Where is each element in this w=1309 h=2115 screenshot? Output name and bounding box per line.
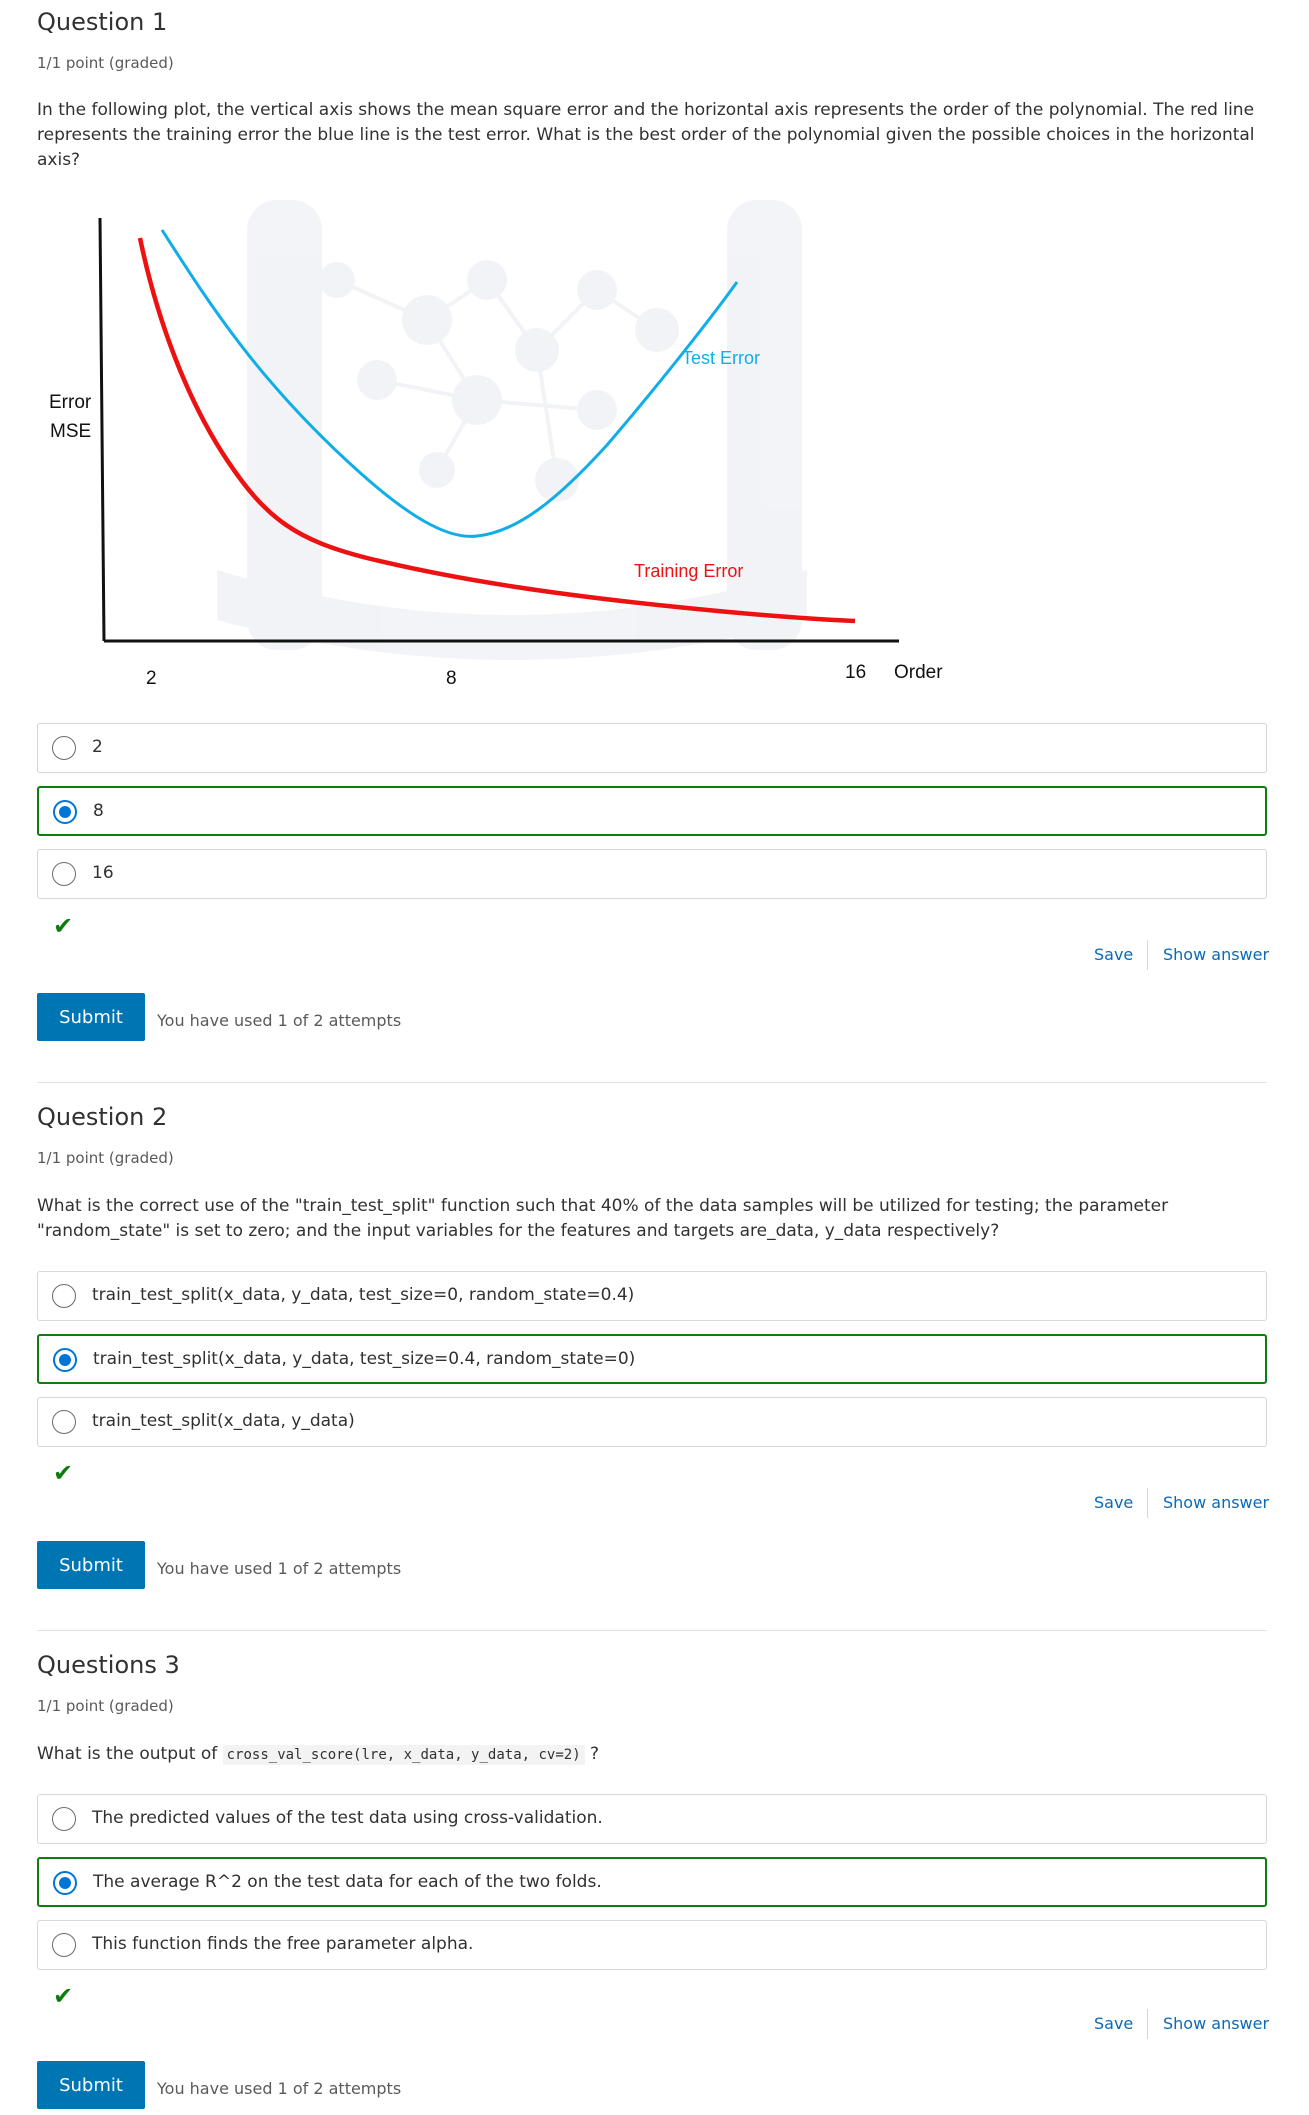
show-answer-link[interactable]: Show answer	[1163, 945, 1269, 964]
radio-button[interactable]	[52, 1284, 76, 1308]
q2-option-2[interactable]: train_test_split(x_data, y_data, test_si…	[37, 1334, 1267, 1384]
radio-button[interactable]	[53, 1871, 77, 1895]
radio-button[interactable]	[52, 736, 76, 760]
option-label: This function finds the free parameter a…	[92, 1934, 474, 1954]
checkmark-icon: ✔	[53, 912, 74, 940]
question-2-points: 1/1 point (graded)	[37, 1149, 174, 1167]
prompt-text: What is the output of	[37, 1744, 218, 1764]
x-tick-label: 16	[845, 662, 866, 683]
save-link[interactable]: Save	[1094, 2014, 1133, 2033]
question-1-title: Question 1	[37, 8, 168, 36]
submit-button[interactable]: Submit	[37, 2061, 145, 2109]
checkmark-icon: ✔	[53, 1459, 74, 1487]
watermark-logo	[217, 200, 807, 660]
section-divider	[37, 1082, 1267, 1083]
option-label: The average R^2 on the test data for eac…	[93, 1872, 602, 1892]
question-3-points: 1/1 point (graded)	[37, 1697, 174, 1715]
attempts-text: You have used 1 of 2 attempts	[157, 1011, 402, 1030]
y-axis	[98, 217, 106, 642]
radio-button[interactable]	[52, 1933, 76, 1957]
y-label-line-2: MSE	[50, 421, 91, 442]
error-plot: Error MSE Order 2 8 16 Test Error Traini…	[37, 200, 957, 700]
attempts-text: You have used 1 of 2 attempts	[157, 1559, 402, 1578]
training-error-label: Training Error	[634, 561, 743, 581]
prompt-code: cross_val_score(lre, x_data, y_data, cv=…	[222, 1745, 585, 1765]
option-label: The predicted values of the test data us…	[92, 1808, 603, 1828]
attempts-text: You have used 1 of 2 attempts	[157, 2079, 402, 2098]
prompt-text: ?	[590, 1744, 600, 1764]
question-3-title: Questions 3	[37, 1651, 180, 1679]
divider	[1147, 1488, 1148, 1518]
option-label: 8	[93, 801, 104, 821]
checkmark-icon: ✔	[53, 1982, 74, 2010]
show-answer-link[interactable]: Show answer	[1163, 1493, 1269, 1512]
show-answer-link[interactable]: Show answer	[1163, 2014, 1269, 2033]
q1-option-2[interactable]: 2	[37, 723, 1267, 773]
error-plot-svg: Error MSE Order 2 8 16 Test Error Traini…	[49, 200, 943, 689]
q3-option-1[interactable]: The predicted values of the test data us…	[37, 1794, 1267, 1844]
x-label: Order	[894, 662, 943, 683]
section-divider	[37, 1630, 1267, 1631]
submit-button[interactable]: Submit	[37, 1541, 145, 1589]
option-label: train_test_split(x_data, y_data, test_si…	[92, 1285, 635, 1305]
question-3-prompt: What is the output of cross_val_score(lr…	[37, 1742, 599, 1768]
option-label: 16	[92, 863, 114, 883]
radio-button[interactable]	[52, 1410, 76, 1434]
radio-button[interactable]	[52, 1807, 76, 1831]
save-link[interactable]: Save	[1094, 1493, 1133, 1512]
submit-button[interactable]: Submit	[37, 993, 145, 1041]
option-label: train_test_split(x_data, y_data, test_si…	[93, 1349, 636, 1369]
divider	[1147, 940, 1148, 970]
q3-option-3[interactable]: This function finds the free parameter a…	[37, 1920, 1267, 1970]
divider	[1147, 2009, 1148, 2039]
question-1-prompt: In the following plot, the vertical axis…	[37, 100, 1255, 170]
radio-button[interactable]	[53, 1348, 77, 1372]
radio-button[interactable]	[53, 800, 77, 824]
radio-button[interactable]	[52, 862, 76, 886]
x-tick-label: 8	[446, 668, 457, 689]
question-2-prompt: What is the correct use of the "train_te…	[37, 1196, 1169, 1241]
x-tick-label: 2	[146, 668, 157, 689]
option-label: train_test_split(x_data, y_data)	[92, 1411, 355, 1431]
option-label: 2	[92, 737, 103, 757]
save-link[interactable]: Save	[1094, 945, 1133, 964]
q3-option-2[interactable]: The average R^2 on the test data for eac…	[37, 1857, 1267, 1907]
q2-option-1[interactable]: train_test_split(x_data, y_data, test_si…	[37, 1271, 1267, 1321]
test-error-label: Test Error	[682, 348, 760, 368]
q1-option-8[interactable]: 8	[37, 786, 1267, 836]
q2-option-3[interactable]: train_test_split(x_data, y_data)	[37, 1397, 1267, 1447]
q1-option-16[interactable]: 16	[37, 849, 1267, 899]
y-label-line-1: Error	[49, 392, 92, 413]
question-2-title: Question 2	[37, 1103, 168, 1131]
question-1-points: 1/1 point (graded)	[37, 54, 174, 72]
